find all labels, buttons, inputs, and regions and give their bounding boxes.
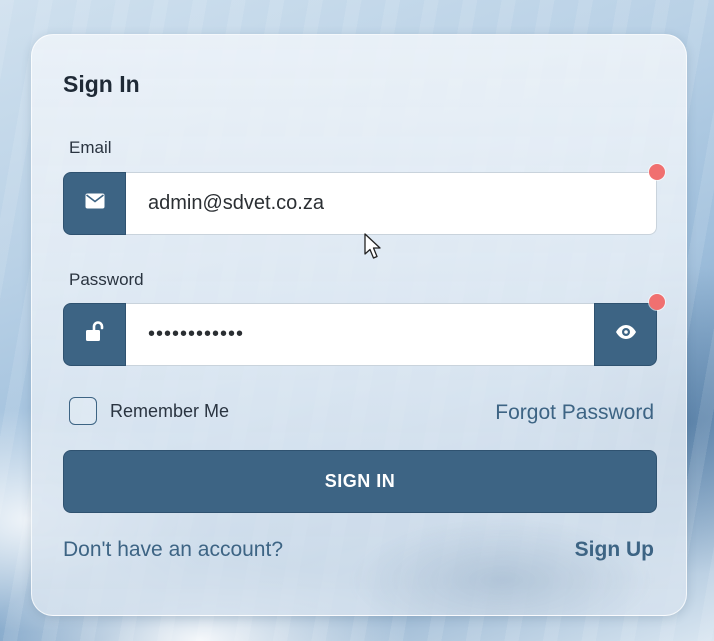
password-field-group [63,303,657,366]
remember-me-checkbox[interactable] [69,397,97,425]
password-icon-box [63,303,126,366]
remember-me-label: Remember Me [110,400,230,421]
sign-in-button[interactable]: SIGN IN [63,450,657,513]
email-icon-box [63,172,126,235]
email-label: Email [69,138,112,157]
no-account-text: Don't have an account? [63,538,283,561]
unlock-icon [85,321,105,348]
show-password-toggle[interactable] [594,303,657,366]
sign-in-card: Sign In Email Password [31,34,687,616]
forgot-password-link[interactable]: Forgot Password [495,401,654,425]
form-title: Sign In [63,71,140,97]
password-input[interactable] [126,303,594,366]
email-required-indicator [649,164,665,180]
remember-me-control[interactable]: Remember Me [69,397,229,425]
password-label: Password [69,270,144,289]
eye-icon [615,324,637,345]
password-required-indicator [649,294,665,310]
envelope-icon [85,193,105,214]
email-input[interactable] [126,172,657,235]
sign-up-link[interactable]: Sign Up [575,538,654,562]
email-field-group [63,172,657,235]
